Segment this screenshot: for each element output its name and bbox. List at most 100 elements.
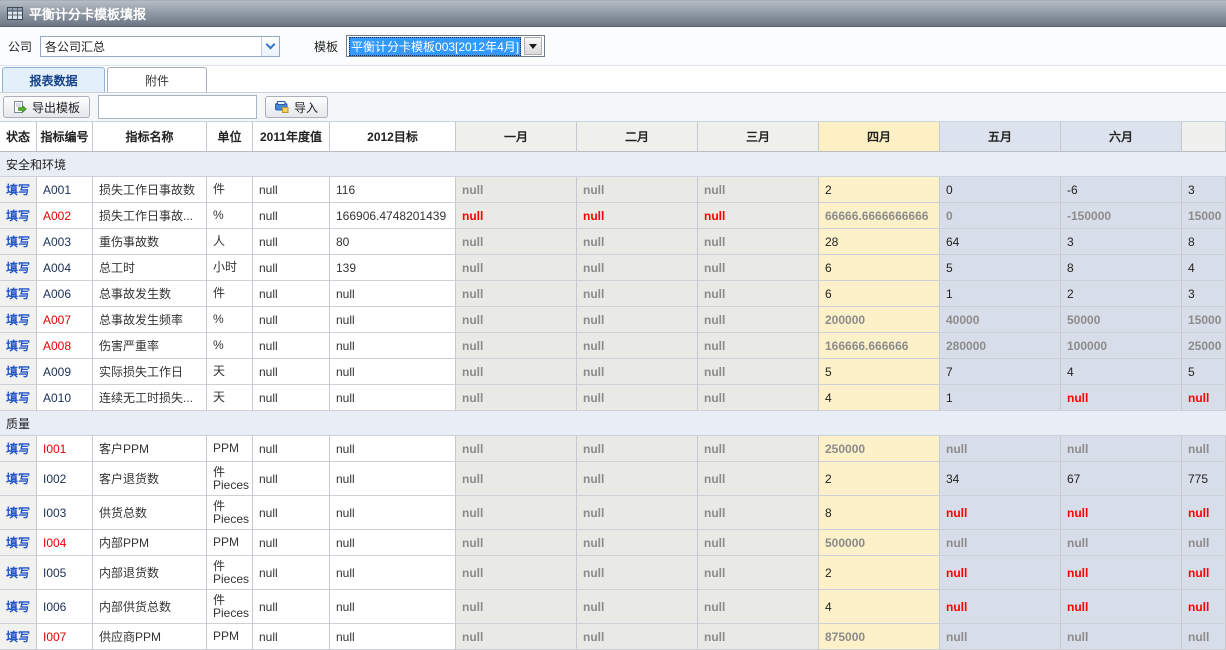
status-cell: 填写: [0, 462, 37, 496]
column-header-y2011: 2011年度值: [253, 122, 330, 152]
month-value-feb: null: [577, 203, 698, 229]
month-value-feb: null: [577, 307, 698, 333]
month-value-apr: 2: [819, 462, 940, 496]
target-2012: 80: [330, 229, 456, 255]
indicator-name: 客户退货数: [93, 462, 207, 496]
month-value-mar: null: [698, 624, 819, 650]
export-template-button[interactable]: 导出模板: [3, 96, 90, 118]
month-value-jan: null: [456, 590, 577, 624]
fill-link[interactable]: 填写: [6, 534, 30, 551]
month-value-feb: null: [577, 333, 698, 359]
fill-link[interactable]: 填写: [6, 207, 30, 224]
month-value-jun: null: [1061, 496, 1182, 530]
month-value-jul: null: [1182, 436, 1226, 462]
select-dropdown-trigger[interactable]: [524, 37, 542, 55]
indicator-code: I006: [37, 590, 93, 624]
month-value-jan: null: [456, 624, 577, 650]
import-button[interactable]: 导入: [265, 96, 328, 118]
month-value-jul: 775: [1182, 462, 1226, 496]
fill-link[interactable]: 填写: [6, 363, 30, 380]
value-2011: null: [253, 255, 330, 281]
month-value-apr: 2: [819, 556, 940, 590]
indicator-name: 供货总数: [93, 496, 207, 530]
fill-link[interactable]: 填写: [6, 470, 30, 487]
indicator-unit: 件 Pieces: [207, 556, 253, 590]
fill-link[interactable]: 填写: [6, 337, 30, 354]
indicator-name: 损失工作日事故...: [93, 203, 207, 229]
combo-dropdown-trigger[interactable]: [261, 37, 279, 56]
column-header-apr: 四月: [819, 122, 940, 152]
indicator-code: I005: [37, 556, 93, 590]
month-value-mar: null: [698, 590, 819, 624]
month-value-jun: 67: [1061, 462, 1182, 496]
column-header-jul: [1182, 122, 1226, 152]
month-value-mar: null: [698, 462, 819, 496]
fill-link[interactable]: 填写: [6, 285, 30, 302]
month-value-apr: 4: [819, 590, 940, 624]
value-2011: null: [253, 229, 330, 255]
company-combobox[interactable]: 各公司汇总: [40, 36, 280, 57]
fill-link[interactable]: 填写: [6, 628, 30, 645]
fill-link[interactable]: 填写: [6, 233, 30, 250]
month-value-apr: 6: [819, 255, 940, 281]
indicator-code: A003: [37, 229, 93, 255]
month-value-jul: null: [1182, 624, 1226, 650]
status-cell: 填写: [0, 385, 37, 411]
month-value-jul: 5: [1182, 359, 1226, 385]
status-cell: 填写: [0, 307, 37, 333]
group-title: 安全和环境: [6, 156, 66, 173]
target-2012: null: [330, 462, 456, 496]
window-titlebar: 平衡计分卡模板填报: [0, 0, 1226, 27]
fill-link[interactable]: 填写: [6, 504, 30, 521]
fill-link[interactable]: 填写: [6, 181, 30, 198]
table-row-I002: 填写I002客户退货数件 Piecesnullnullnullnullnull2…: [0, 462, 1226, 496]
table-row-I001: 填写I001客户PPMPPMnullnullnullnullnull250000…: [0, 436, 1226, 462]
fill-link[interactable]: 填写: [6, 389, 30, 406]
month-value-mar: null: [698, 229, 819, 255]
month-value-feb: null: [577, 229, 698, 255]
column-header-may: 五月: [940, 122, 1061, 152]
fill-link[interactable]: 填写: [6, 564, 30, 581]
value-2011: null: [253, 496, 330, 530]
month-value-may: 0: [940, 177, 1061, 203]
status-cell: 填写: [0, 255, 37, 281]
month-value-may: null: [940, 436, 1061, 462]
target-2012: 166906.4748201439: [330, 203, 456, 229]
indicator-unit: PPM: [207, 530, 253, 556]
tab-attachments[interactable]: 附件: [107, 67, 207, 92]
fill-link[interactable]: 填写: [6, 259, 30, 276]
status-cell: 填写: [0, 624, 37, 650]
month-value-may: null: [940, 496, 1061, 530]
month-value-jun: null: [1061, 530, 1182, 556]
table-row-A002: 填写A002损失工作日事故...%null166906.4748201439nu…: [0, 203, 1226, 229]
month-value-jul: null: [1182, 385, 1226, 411]
target-2012: null: [330, 530, 456, 556]
fill-link[interactable]: 填写: [6, 598, 30, 615]
header-row: 状态指标编号指标名称单位2011年度值2012目标一月二月三月四月五月六月: [0, 122, 1226, 152]
month-value-feb: null: [577, 496, 698, 530]
status-cell: 填写: [0, 229, 37, 255]
month-value-apr: 2: [819, 177, 940, 203]
table-row-A008: 填写A008伤害严重率%nullnullnullnullnull166666.6…: [0, 333, 1226, 359]
fill-link[interactable]: 填写: [6, 440, 30, 457]
indicator-code: A008: [37, 333, 93, 359]
value-2011: null: [253, 203, 330, 229]
template-select[interactable]: 平衡计分卡模板003[2012年4月]: [346, 35, 545, 57]
fill-link[interactable]: 填写: [6, 311, 30, 328]
month-value-jan: null: [456, 462, 577, 496]
indicator-name: 伤害严重率: [93, 333, 207, 359]
import-file-input[interactable]: [98, 95, 257, 119]
column-header-jun: 六月: [1061, 122, 1182, 152]
target-2012: null: [330, 307, 456, 333]
tab-strip: 报表数据 附件: [0, 65, 1226, 92]
month-value-jun: null: [1061, 385, 1182, 411]
status-cell: 填写: [0, 281, 37, 307]
tab-report-data[interactable]: 报表数据: [2, 67, 105, 92]
month-value-feb: null: [577, 462, 698, 496]
month-value-jul: 8: [1182, 229, 1226, 255]
month-value-apr: 250000: [819, 436, 940, 462]
month-value-jan: null: [456, 255, 577, 281]
month-value-jan: null: [456, 333, 577, 359]
indicator-unit: PPM: [207, 624, 253, 650]
month-value-mar: null: [698, 177, 819, 203]
